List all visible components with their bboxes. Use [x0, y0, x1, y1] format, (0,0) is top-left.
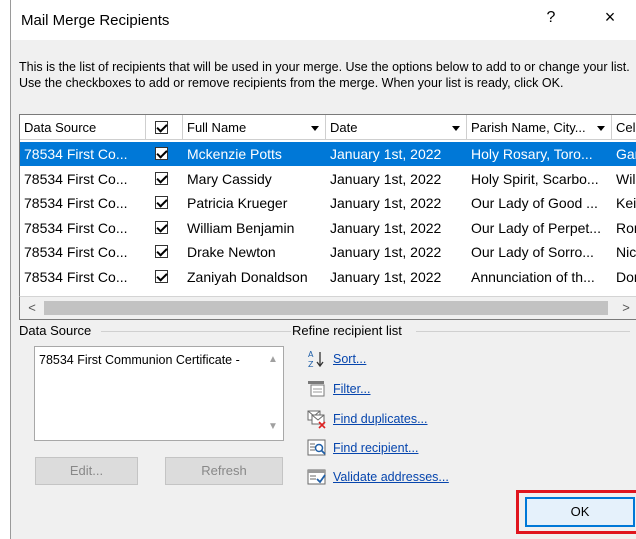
cell-full-name: Zaniyah Donaldson [187, 268, 308, 285]
column-header-label: Date [330, 120, 358, 135]
recipient-checkbox[interactable] [155, 196, 168, 209]
cell-celebrant: Keit [616, 195, 636, 211]
column-header-date[interactable]: Date [326, 115, 467, 140]
select-all-checkbox[interactable] [155, 121, 168, 134]
ok-button[interactable]: OK [525, 497, 635, 527]
find-duplicates-link[interactable]: Find duplicates... [333, 412, 428, 426]
find-recipient-icon [307, 439, 326, 456]
recipient-list[interactable]: Data Source Full Name Date Parish Name, … [19, 114, 636, 320]
data-source-group-label: Data Source [19, 323, 98, 338]
column-header-data-source[interactable]: Data Source [20, 115, 146, 140]
scroll-right-arrow[interactable]: > [618, 300, 634, 316]
recipient-checkbox[interactable] [155, 171, 168, 185]
table-row[interactable]: 78534 First Co... Mckenzie Potts January 1… [20, 142, 636, 166]
help-button[interactable]: ? [539, 9, 563, 27]
close-button[interactable]: × [598, 7, 622, 28]
table-row[interactable]: 78534 First Co... Zaniyah Donaldson Januar… [20, 265, 636, 289]
instructions-text: This is the list of recipients that will… [19, 60, 630, 90]
cell-data-source: 78534 First Co... [24, 219, 128, 236]
title-bar: Mail Merge Recipients ? × [11, 0, 636, 40]
scrollbar-thumb[interactable] [44, 301, 608, 315]
scroll-left-arrow[interactable]: < [24, 300, 40, 316]
cell-date: January 1st, 2022 [330, 244, 442, 260]
cell-parish: Our Lady of Perpet... [471, 219, 601, 236]
cell-parish: Annunciation of th... [471, 268, 595, 285]
column-header-label: Full Name [187, 120, 247, 135]
cell-date: January 1st, 2022 [330, 195, 442, 211]
cell-celebrant: Gar [616, 146, 636, 162]
column-header-checkbox[interactable] [146, 115, 183, 140]
cell-full-name: Patricia Krueger [187, 195, 288, 211]
sort-az-icon: A Z [308, 350, 324, 369]
data-source-list[interactable]: 78534 First Communion Certificate - ▲ ▼ [34, 346, 284, 441]
table-row[interactable]: 78534 First Co... Patricia Krueger January… [20, 191, 636, 215]
column-header-label: Data Source [24, 120, 97, 135]
window-title: Mail Merge Recipients [21, 12, 170, 29]
column-header-row: Data Source Full Name Date Parish Name, … [20, 115, 636, 141]
dropdown-arrow-icon[interactable] [452, 126, 460, 131]
cell-data-source: 78534 First Co... [24, 244, 128, 260]
column-header-parish[interactable]: Parish Name, City... [467, 115, 612, 140]
dropdown-arrow-icon[interactable] [311, 126, 319, 131]
scroll-up-arrow-icon[interactable]: ▲ [267, 354, 279, 366]
recipient-checkbox[interactable] [155, 147, 168, 160]
validate-addresses-link[interactable]: Validate addresses... [333, 470, 449, 484]
column-header-celebrant[interactable]: Cele [612, 115, 636, 140]
svg-text:Z: Z [308, 360, 314, 369]
group-divider [101, 331, 291, 332]
cell-celebrant: Nicl [616, 244, 636, 260]
cell-full-name: Drake Newton [187, 244, 276, 260]
recipient-checkbox[interactable] [155, 269, 168, 283]
sort-link[interactable]: Sort... [333, 352, 366, 366]
svg-text:A: A [308, 350, 314, 359]
cell-date: January 1st, 2022 [330, 268, 442, 285]
cell-data-source: 78534 First Co... [24, 195, 128, 211]
find-recipient-link[interactable]: Find recipient... [333, 441, 418, 455]
cell-date: January 1st, 2022 [330, 219, 442, 236]
cell-date: January 1st, 2022 [330, 146, 442, 162]
group-divider [416, 331, 630, 332]
find-duplicates-icon [307, 410, 326, 429]
dropdown-arrow-icon[interactable] [597, 126, 605, 131]
cell-data-source: 78534 First Co... [24, 146, 128, 162]
cell-full-name: William Benjamin [187, 219, 295, 236]
cell-parish: Our Lady of Good ... [471, 195, 598, 211]
cell-parish: Holy Rosary, Toro... [471, 146, 593, 162]
cell-celebrant: Will [616, 170, 636, 187]
cell-data-source: 78534 First Co... [24, 170, 128, 187]
horizontal-scrollbar[interactable]: < > [19, 296, 636, 320]
filter-icon [308, 381, 325, 397]
column-header-label: Parish Name, City... [471, 120, 586, 135]
column-header-full-name[interactable]: Full Name [183, 115, 326, 140]
cell-parish: Our Lady of Sorro... [471, 244, 594, 260]
recipient-checkbox[interactable] [155, 245, 168, 258]
column-header-label: Cele [616, 120, 636, 135]
validate-addresses-icon [307, 469, 326, 485]
cell-full-name: Mary Cassidy [187, 170, 272, 187]
scroll-down-arrow-icon[interactable]: ▼ [267, 421, 279, 433]
data-source-item[interactable]: 78534 First Communion Certificate - [39, 353, 240, 367]
edit-button[interactable]: Edit... [35, 457, 138, 485]
cell-celebrant: Dor [616, 268, 636, 285]
mail-merge-dialog: Mail Merge Recipients ? × This is the li… [10, 0, 636, 539]
cell-date: January 1st, 2022 [330, 170, 442, 187]
refine-group-label: Refine recipient list [292, 323, 408, 338]
filter-link[interactable]: Filter... [333, 382, 371, 396]
cell-data-source: 78534 First Co... [24, 268, 128, 285]
cell-celebrant: Ron [616, 219, 636, 236]
cell-parish: Holy Spirit, Scarbo... [471, 170, 599, 187]
table-row[interactable]: 78534 First Co... Drake Newton January 1st… [20, 240, 636, 264]
table-row[interactable]: 78534 First Co... William Benjamin January… [20, 216, 636, 240]
cell-full-name: Mckenzie Potts [187, 146, 282, 162]
table-row[interactable]: 78534 First Co... Mary Cassidy January 1st… [20, 167, 636, 191]
recipient-checkbox[interactable] [155, 220, 168, 234]
refresh-button[interactable]: Refresh [165, 457, 283, 485]
